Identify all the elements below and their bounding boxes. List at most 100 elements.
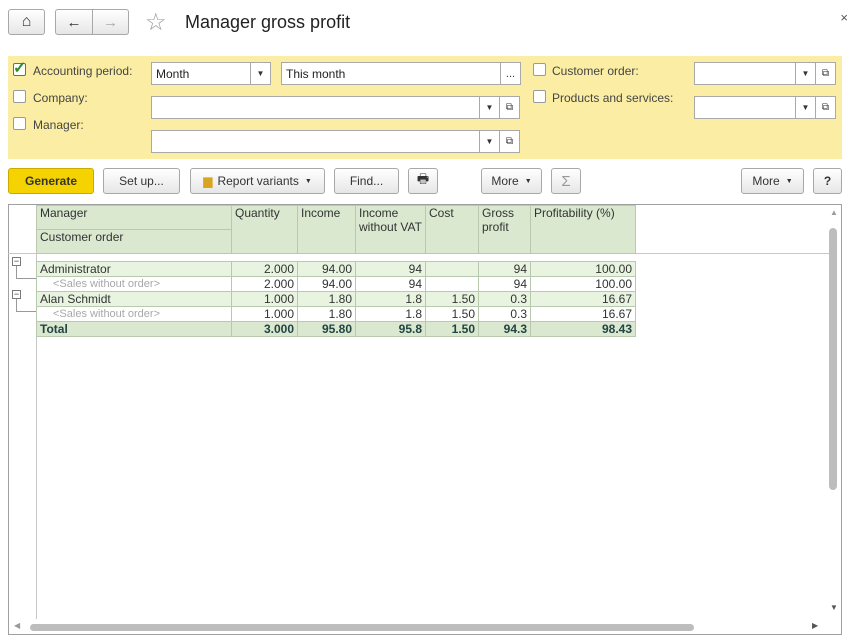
row-gross-profit: 94 (478, 276, 531, 292)
manager-dropdown[interactable]: ▼ (479, 130, 500, 153)
row-income: 1.80 (297, 291, 356, 307)
home-button[interactable]: ⌂ (8, 9, 45, 35)
print-button[interactable]: 🖶 (408, 168, 438, 194)
period-type-field[interactable]: Month (151, 62, 251, 85)
table-row[interactable]: Alan Schmidt 1.000 1.80 1.8 1.50 0.3 16.… (36, 291, 636, 307)
row-income: 94.00 (297, 261, 356, 277)
chevron-down-icon: ▼ (785, 177, 793, 185)
customer-order-checkbox[interactable] (533, 63, 546, 76)
forward-button[interactable]: → (92, 9, 129, 35)
table-row[interactable]: <Sales without order> 2.000 94.00 94 94 … (36, 276, 636, 292)
generate-button[interactable]: Generate (8, 168, 94, 194)
row-cost: 1.50 (425, 291, 479, 307)
header-customer-order: Customer order (36, 229, 232, 254)
row-quantity: 1.000 (231, 291, 298, 307)
scroll-left-icon[interactable]: ◀ (14, 621, 20, 630)
sigma-icon: Σ (561, 172, 571, 190)
manager-checkbox[interactable] (13, 117, 26, 130)
horizontal-scrollbar[interactable] (30, 624, 694, 631)
setup-button[interactable]: Set up... (103, 168, 180, 194)
sum-button[interactable]: Σ (551, 168, 581, 194)
manager-open-icon[interactable]: ⧉ (499, 130, 520, 153)
more-label: More (491, 174, 519, 188)
more-button-form[interactable]: More ▼ (741, 168, 804, 194)
accounting-period-label: Accounting period: (33, 64, 133, 78)
row-manager: Administrator (36, 261, 232, 277)
setup-label: Set up... (119, 174, 164, 188)
help-button[interactable]: ? (813, 168, 842, 194)
table-header-row: Manager Quantity Income Income without V… (36, 205, 636, 254)
table-row[interactable]: Administrator 2.000 94.00 94 94 100.00 (36, 261, 636, 277)
checkmark-icon: ✓ (13, 60, 27, 77)
generate-label: Generate (24, 174, 78, 188)
report-variants-button[interactable]: ▆ Report variants ▼ (190, 168, 325, 194)
header-income: Income (297, 205, 356, 254)
company-field[interactable] (151, 96, 480, 119)
row-gross-profit: 0.3 (478, 291, 531, 307)
products-services-open-icon[interactable]: ⧉ (815, 96, 836, 119)
row-income-without-vat: 94 (355, 261, 426, 277)
tree-connector (16, 299, 17, 311)
report-table: Manager Quantity Income Income without V… (36, 205, 636, 337)
back-button[interactable]: ← (55, 9, 93, 35)
total-profitability: 98.43 (530, 321, 636, 337)
manager-field[interactable] (151, 130, 480, 153)
row-profitability: 16.67 (530, 291, 636, 307)
total-cost: 1.50 (425, 321, 479, 337)
tree-connector (16, 311, 36, 312)
customer-order-dropdown[interactable]: ▼ (795, 62, 816, 85)
vertical-scrollbar[interactable] (829, 228, 837, 490)
page-title: Manager gross profit (185, 12, 351, 32)
company-checkbox[interactable] (13, 90, 26, 103)
row-manager: Alan Schmidt (36, 291, 232, 307)
star-icon[interactable]: ☆ (145, 8, 167, 37)
chevron-down-icon: ▼ (304, 177, 312, 185)
customer-order-label: Customer order: (552, 64, 639, 78)
products-services-dropdown[interactable]: ▼ (795, 96, 816, 119)
company-open-icon[interactable]: ⧉ (499, 96, 520, 119)
chevron-down-icon: ▼ (524, 177, 532, 185)
more-button-report[interactable]: More ▼ (481, 168, 542, 194)
collapse-alan-schmidt-icon[interactable]: − (12, 290, 21, 299)
tree-connector (16, 266, 17, 278)
period-value-field[interactable]: This month (281, 62, 501, 85)
total-income: 95.80 (297, 321, 356, 337)
more-label: More (752, 174, 780, 188)
row-quantity: 2.000 (231, 276, 298, 292)
total-quantity: 3.000 (231, 321, 298, 337)
row-customer-order: <Sales without order> (36, 276, 232, 292)
scroll-up-icon[interactable]: ▲ (830, 208, 838, 217)
table-row[interactable]: <Sales without order> 1.000 1.80 1.8 1.5… (36, 306, 636, 322)
row-cost (425, 261, 479, 277)
collapse-administrator-icon[interactable]: − (12, 257, 21, 266)
products-services-checkbox[interactable] (533, 90, 546, 103)
total-row[interactable]: Total 3.000 95.80 95.8 1.50 94.3 98.43 (36, 321, 636, 337)
period-type-dropdown[interactable]: ▼ (250, 62, 271, 85)
row-profitability: 100.00 (530, 276, 636, 292)
products-services-field[interactable] (694, 96, 796, 119)
scroll-right-icon[interactable]: ▶ (812, 621, 818, 630)
customer-order-open-icon[interactable]: ⧉ (815, 62, 836, 85)
row-cost: 1.50 (425, 306, 479, 322)
back-arrow-icon: ← (66, 13, 82, 31)
header-profitability: Profitability (%) (530, 205, 636, 254)
printer-icon: 🖶 (416, 171, 430, 186)
total-gross-profit: 94.3 (478, 321, 531, 337)
scroll-down-icon[interactable]: ▼ (830, 603, 838, 612)
header-cost: Cost (425, 205, 479, 254)
find-button[interactable]: Find... (334, 168, 399, 194)
row-quantity: 2.000 (231, 261, 298, 277)
header-gross-profit: Gross profit (478, 205, 531, 254)
period-select-button[interactable]: ... (500, 62, 521, 85)
company-dropdown[interactable]: ▼ (479, 96, 500, 119)
customer-order-field[interactable] (694, 62, 796, 85)
close-icon[interactable]: × (840, 10, 848, 25)
header-manager: Manager (36, 205, 232, 230)
row-quantity: 1.000 (231, 306, 298, 322)
row-income: 94.00 (297, 276, 356, 292)
folder-icon: ▆ (203, 174, 213, 188)
forward-arrow-icon: → (103, 13, 118, 31)
manager-label: Manager: (33, 118, 84, 132)
total-income-without-vat: 95.8 (355, 321, 426, 337)
header-income-without-vat: Income without VAT (355, 205, 426, 254)
